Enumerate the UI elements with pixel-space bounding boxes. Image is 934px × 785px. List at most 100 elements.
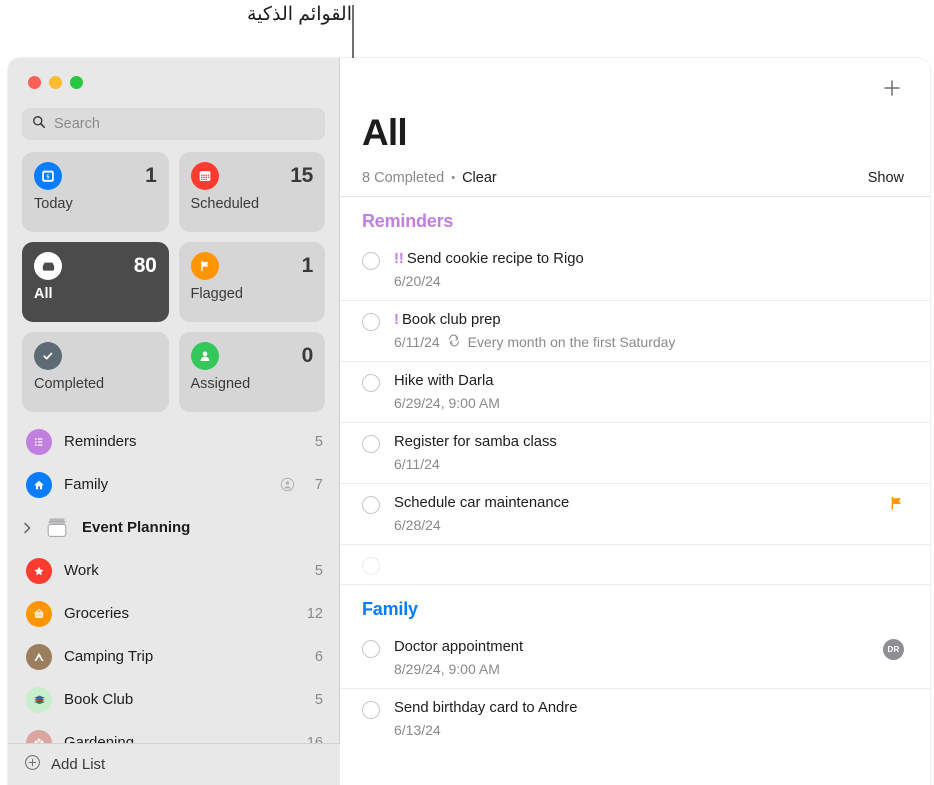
star-icon bbox=[26, 557, 52, 584]
reminder-row[interactable]: Register for samba class 6/11/24 bbox=[340, 423, 930, 484]
sidebar-item-reminders[interactable]: Reminders 5 bbox=[8, 420, 339, 463]
complete-toggle[interactable] bbox=[362, 313, 380, 331]
new-reminder-row[interactable] bbox=[340, 545, 930, 585]
sidebar-group-event-planning[interactable]: Event Planning bbox=[8, 506, 339, 549]
add-list-label: Add List bbox=[51, 756, 106, 773]
smart-list-count: 1 bbox=[145, 164, 157, 187]
reminder-row[interactable]: Schedule car maintenance 6/28/24 bbox=[340, 484, 930, 545]
sidebar-item-label: Camping Trip bbox=[64, 648, 154, 665]
reminder-title-line: !! Send cookie recipe to Rigo bbox=[394, 250, 890, 269]
smart-list-count: 1 bbox=[301, 254, 314, 277]
completed-bar: 8 Completed • Clear Show bbox=[340, 154, 930, 197]
reminder-title-line: Doctor appointment bbox=[394, 638, 869, 657]
repeat-icon bbox=[447, 334, 461, 350]
checkmark-circle-icon bbox=[34, 342, 62, 370]
reminder-title: Book club prep bbox=[401, 312, 501, 328]
reminder-date: 6/11/24 bbox=[394, 456, 440, 472]
smart-list-count: 80 bbox=[133, 254, 157, 277]
reminder-title: Send cookie recipe to Rigo bbox=[406, 251, 584, 267]
show-button[interactable]: Show bbox=[868, 170, 904, 186]
clear-button[interactable]: Clear bbox=[462, 170, 497, 186]
priority-marker: !! bbox=[394, 251, 404, 267]
main-panel: All 8 Completed • Clear Show Reminders !… bbox=[340, 58, 930, 785]
chevron-right-icon[interactable] bbox=[20, 522, 34, 534]
smart-list-today[interactable]: 5 1 Today bbox=[22, 152, 169, 232]
sidebar-item-label: Event Planning bbox=[82, 519, 191, 536]
sidebar-item-camping-trip[interactable]: Camping Trip 6 bbox=[8, 635, 339, 678]
sidebar-item-label: Groceries bbox=[64, 605, 130, 622]
completed-count: 8 Completed bbox=[362, 170, 445, 186]
page-title: All bbox=[362, 112, 408, 153]
reminder-row[interactable]: Doctor appointment 8/29/24, 9:00 AM DR bbox=[340, 628, 930, 689]
window-controls bbox=[8, 58, 339, 102]
inbox-tray-icon bbox=[34, 252, 62, 280]
section-header-reminders: Reminders bbox=[362, 211, 454, 231]
smart-lists-grid: 5 1 Today 15 Scheduled 80 All 1 Flagged … bbox=[8, 140, 339, 418]
priority-marker: ! bbox=[394, 312, 399, 328]
reminders-window: Search 5 1 Today 15 Scheduled 80 All 1 F… bbox=[8, 58, 930, 785]
smart-list-label: All bbox=[34, 286, 53, 302]
bullet-separator: • bbox=[451, 172, 456, 184]
repeat-text: Every month on the first Saturday bbox=[467, 334, 676, 350]
reminder-title: Schedule car maintenance bbox=[394, 495, 570, 511]
reminder-date: 6/28/24 bbox=[394, 517, 441, 533]
smart-list-flagged[interactable]: 1 Flagged bbox=[178, 242, 325, 322]
reminder-row[interactable]: !! Send cookie recipe to Rigo 6/20/24 bbox=[340, 240, 930, 301]
house-icon bbox=[26, 471, 52, 498]
smart-list-label: Today bbox=[34, 196, 73, 212]
search-container: Search bbox=[8, 102, 339, 140]
shared-list-icon bbox=[280, 477, 295, 492]
svg-text:5: 5 bbox=[47, 174, 50, 180]
smart-list-count: 15 bbox=[290, 164, 313, 187]
smart-list-scheduled[interactable]: 15 Scheduled bbox=[178, 152, 325, 232]
sidebar-item-count: 6 bbox=[314, 648, 323, 665]
zoom-button[interactable] bbox=[70, 76, 83, 89]
complete-toggle[interactable] bbox=[362, 701, 380, 719]
reminder-title-line: Send birthday card to Andre bbox=[394, 699, 890, 718]
complete-toggle[interactable] bbox=[362, 496, 380, 514]
minimize-button[interactable] bbox=[49, 76, 62, 89]
bullet-list-icon bbox=[26, 428, 52, 455]
sidebar: Search 5 1 Today 15 Scheduled 80 All 1 F… bbox=[8, 58, 340, 785]
reminder-date: 6/11/24 bbox=[394, 334, 440, 350]
smart-list-label: Scheduled bbox=[190, 196, 260, 212]
sidebar-item-count: 12 bbox=[306, 605, 323, 622]
complete-toggle[interactable] bbox=[362, 435, 380, 453]
add-list-button[interactable]: Add List bbox=[8, 743, 340, 785]
sidebar-item-work[interactable]: Work 5 bbox=[8, 549, 339, 592]
sidebar-item-count: 5 bbox=[314, 691, 323, 708]
search-input[interactable]: Search bbox=[22, 108, 325, 140]
sidebar-item-family[interactable]: Family 7 bbox=[8, 463, 339, 506]
sidebar-item-label: Work bbox=[64, 562, 99, 579]
avatar: DR bbox=[883, 639, 904, 660]
reminder-title-line: Register for samba class bbox=[394, 433, 890, 452]
reminders-scroll-area[interactable]: Reminders !! Send cookie recipe to Rigo 6… bbox=[340, 197, 930, 785]
section-header-family: Family bbox=[362, 599, 418, 619]
sidebar-item-book-club[interactable]: Book Club 5 bbox=[8, 678, 339, 721]
smart-list-all[interactable]: 80 All bbox=[22, 242, 169, 322]
user-lists: Reminders 5 Family 7 Event Planning Work… bbox=[8, 418, 339, 785]
sidebar-item-groceries[interactable]: Groceries 12 bbox=[8, 592, 339, 635]
complete-toggle[interactable] bbox=[362, 557, 380, 575]
reminder-row[interactable]: Hike with Darla 6/29/24, 9:00 AM bbox=[340, 362, 930, 423]
reminder-title: Doctor appointment bbox=[394, 639, 524, 655]
reminder-title: Register for samba class bbox=[394, 434, 557, 450]
complete-toggle[interactable] bbox=[362, 374, 380, 392]
sidebar-item-count: 5 bbox=[314, 562, 323, 579]
flag-indicator[interactable] bbox=[889, 494, 904, 511]
reminder-row[interactable]: ! Book club prep 6/11/24 Every month on t… bbox=[340, 301, 930, 362]
smart-list-assigned[interactable]: 0 Assigned bbox=[178, 332, 325, 412]
reminder-date: 8/29/24, 9:00 AM bbox=[394, 661, 500, 677]
person-icon bbox=[190, 342, 219, 370]
reminder-title: Send birthday card to Andre bbox=[394, 700, 578, 716]
add-reminder-button[interactable] bbox=[880, 76, 904, 100]
sidebar-item-count: 7 bbox=[314, 476, 323, 493]
smart-list-completed[interactable]: Completed bbox=[22, 332, 169, 412]
reminder-row[interactable]: Send birthday card to Andre 6/13/24 bbox=[340, 689, 930, 750]
reminder-date: 6/13/24 bbox=[394, 722, 441, 738]
close-button[interactable] bbox=[28, 76, 41, 89]
main-toolbar bbox=[340, 58, 930, 120]
complete-toggle[interactable] bbox=[362, 640, 380, 658]
complete-toggle[interactable] bbox=[362, 252, 380, 270]
basket-icon bbox=[26, 600, 52, 627]
